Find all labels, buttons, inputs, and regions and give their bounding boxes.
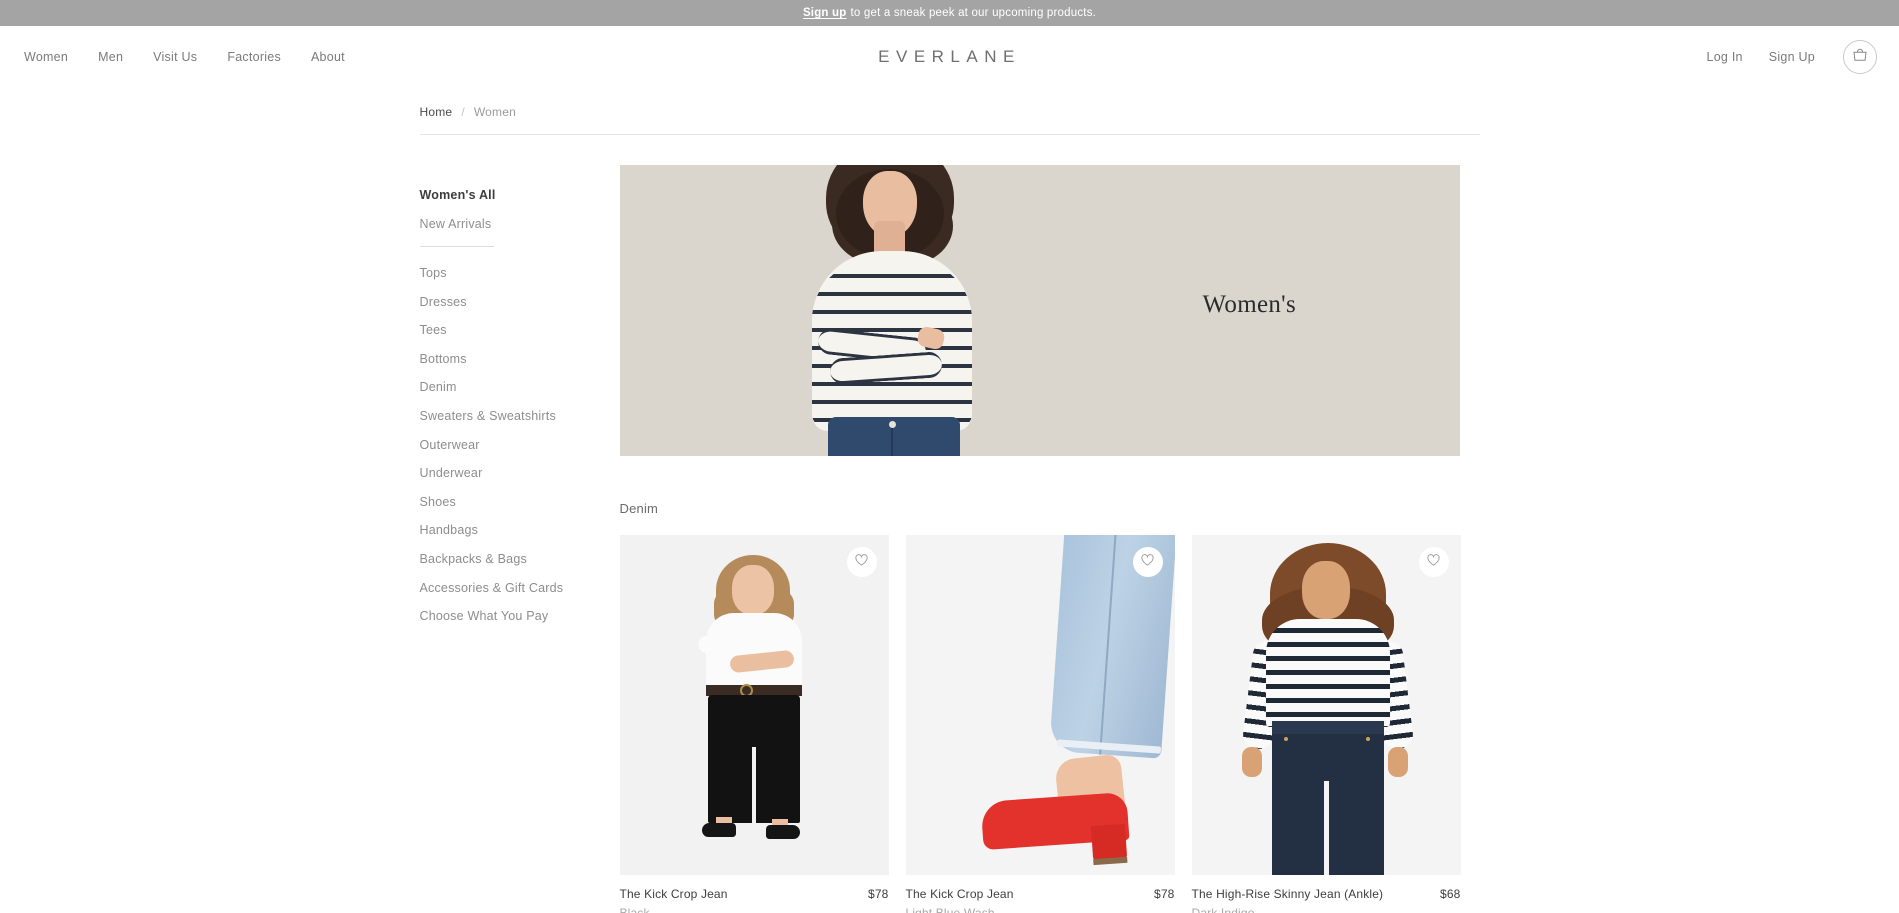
product-card[interactable]: The High-Rise Skinny Jean (Ankle) $68 Da… [1191, 535, 1461, 913]
announcement-banner: Sign up to get a sneak peek at our upcom… [0, 0, 1899, 26]
product-card[interactable]: The Kick Crop Jean $78 Light Blue Wash 4… [905, 535, 1175, 913]
site-header: Women Men Visit Us Factories About EVERL… [0, 26, 1899, 88]
breadcrumb-current: Women [473, 105, 516, 119]
favorite-button[interactable] [846, 547, 877, 577]
product-meta: The Kick Crop Jean $78 Black 4 washes av… [620, 875, 889, 913]
product-name: The High-Rise Skinny Jean (Ankle) [1191, 887, 1384, 901]
breadcrumb: Home / Women [420, 105, 1480, 119]
product-name: The Kick Crop Jean [905, 887, 1014, 901]
product-photo-high-rise-skinny-jean-dark-indigo [1191, 535, 1461, 875]
product-price: $78 [1154, 887, 1175, 901]
sign-up-link[interactable]: Sign Up [1769, 50, 1815, 64]
nav-item-men[interactable]: Men [98, 50, 123, 64]
product-card[interactable]: The Kick Crop Jean $78 Black 4 washes av… [619, 535, 889, 913]
log-in-link[interactable]: Log In [1707, 50, 1743, 64]
sidebar-item-dresses[interactable]: Dresses [420, 295, 620, 309]
sidebar-item-new-arrivals[interactable]: New Arrivals [420, 217, 620, 231]
favorite-button[interactable] [1132, 547, 1163, 577]
announcement-text: to get a sneak peek at our upcoming prod… [850, 7, 1097, 19]
heart-icon [855, 553, 868, 571]
sidebar-item-accessories-gift-cards[interactable]: Accessories & Gift Cards [420, 581, 620, 595]
sidebar-item-denim[interactable]: Denim [420, 380, 620, 394]
sidebar-item-tops[interactable]: Tops [420, 266, 620, 280]
heart-icon [1427, 553, 1440, 571]
sidebar-divider [419, 246, 494, 247]
product-image[interactable] [619, 535, 889, 875]
catalog-column: Women's Denim The Kick Crop Jean $78 Bla… [619, 165, 1480, 913]
section-label-denim: Denim [619, 501, 659, 516]
shopping-bag-button[interactable] [1843, 40, 1877, 74]
main-content: Women's All New Arrivals Tops Dresses Te… [419, 135, 1480, 913]
breadcrumb-bar: Home / Women [419, 88, 1480, 135]
heart-icon [1141, 553, 1154, 571]
primary-nav: Women Men Visit Us Factories About [24, 50, 345, 64]
product-name: The Kick Crop Jean [619, 887, 728, 901]
sidebar-item-tees[interactable]: Tees [420, 323, 620, 337]
breadcrumb-home[interactable]: Home [420, 105, 453, 119]
hero-title: Women's [1202, 291, 1296, 318]
breadcrumb-separator: / [461, 105, 465, 119]
sidebar-item-sweaters-sweatshirts[interactable]: Sweaters & Sweatshirts [420, 409, 620, 423]
sidebar-item-backpacks-bags[interactable]: Backpacks & Bags [420, 552, 620, 566]
sidebar-item-choose-what-you-pay[interactable]: Choose What You Pay [420, 609, 620, 623]
product-image[interactable] [1191, 535, 1461, 875]
sidebar-item-underwear[interactable]: Underwear [420, 466, 620, 480]
product-color: Dark Indigo [1191, 906, 1255, 913]
product-grid: The Kick Crop Jean $78 Black 4 washes av… [619, 535, 1480, 913]
sidebar-item-handbags[interactable]: Handbags [420, 523, 620, 537]
product-color: Black [619, 906, 650, 913]
shopping-bag-icon [1852, 47, 1868, 67]
product-photo-kick-crop-jean-light-blue [905, 535, 1175, 875]
product-meta: The Kick Crop Jean $78 Light Blue Wash 4… [906, 875, 1175, 913]
nav-item-factories[interactable]: Factories [227, 50, 281, 64]
product-price: $68 [1440, 887, 1461, 901]
product-photo-kick-crop-jean-black [619, 535, 889, 875]
product-color: Light Blue Wash [905, 906, 995, 913]
favorite-button[interactable] [1418, 547, 1449, 577]
sidebar-item-womens-all[interactable]: Women's All [420, 188, 620, 202]
hero-banner[interactable]: Women's [619, 165, 1460, 456]
product-image[interactable] [905, 535, 1175, 875]
announcement-signup-link[interactable]: Sign up [803, 7, 847, 19]
sidebar-item-bottoms[interactable]: Bottoms [420, 352, 620, 366]
product-meta: The High-Rise Skinny Jean (Ankle) $68 Da… [1192, 875, 1461, 913]
sidebar-item-shoes[interactable]: Shoes [420, 495, 620, 509]
hero-model-image [770, 165, 1070, 456]
nav-item-about[interactable]: About [311, 50, 345, 64]
product-price: $78 [868, 887, 889, 901]
category-sidebar: Women's All New Arrivals Tops Dresses Te… [419, 165, 620, 913]
header-actions: Log In Sign Up [1707, 40, 1877, 74]
sidebar-item-outerwear[interactable]: Outerwear [420, 438, 620, 452]
nav-item-women[interactable]: Women [24, 50, 68, 64]
nav-item-visit-us[interactable]: Visit Us [153, 50, 197, 64]
